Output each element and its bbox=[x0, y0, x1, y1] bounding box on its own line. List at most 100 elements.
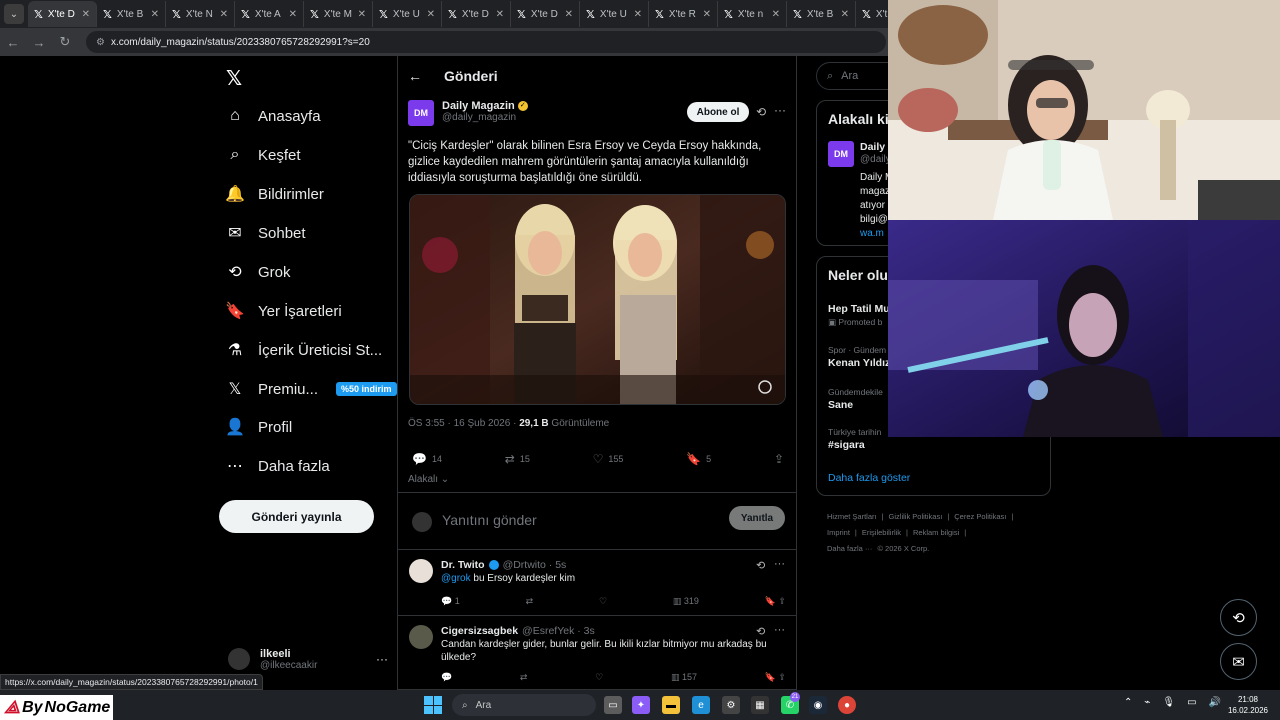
account-switcher[interactable]: ilkeeli @ilkeecaakir ··· bbox=[228, 644, 388, 674]
chevron-up-icon[interactable]: ⌃ bbox=[1124, 697, 1132, 708]
close-icon[interactable]: ✕ bbox=[703, 9, 711, 20]
footer-link[interactable]: Reklam bilgisi bbox=[913, 528, 959, 537]
trend-item[interactable]: Gündemdekile Sane bbox=[828, 387, 883, 411]
browser-tab[interactable]: 𝕏 X'te U ✕ bbox=[373, 1, 442, 27]
bookmark-action[interactable]: 🔖 5 bbox=[686, 452, 711, 466]
related-avatar[interactable]: DM bbox=[828, 141, 854, 167]
chrome-icon[interactable]: ● bbox=[838, 696, 856, 714]
store-icon[interactable]: ▦ bbox=[751, 696, 769, 714]
nav-item-grok[interactable]: ⟲ Grok bbox=[226, 263, 290, 282]
post-author[interactable]: DM Daily Magazin ✓ @daily_magazin bbox=[408, 100, 528, 126]
settings-icon[interactable]: ⚙ bbox=[722, 696, 740, 714]
show-more-link[interactable]: Daha fazla göster bbox=[828, 472, 910, 484]
reply-item[interactable]: Cigersizsagbek @EsrefYek · 3s ⟲ ··· Candan k… bbox=[398, 616, 796, 690]
close-icon[interactable]: ✕ bbox=[634, 9, 642, 20]
footer-link[interactable]: © 2026 X Corp. bbox=[877, 544, 929, 553]
more-icon[interactable]: ··· bbox=[774, 624, 785, 636]
edge-icon[interactable]: e bbox=[692, 696, 710, 714]
trend-item[interactable]: Hep Tatil Mu ▣ Promoted b bbox=[828, 301, 890, 328]
site-info-icon[interactable]: ⚙ bbox=[96, 37, 105, 48]
footer-link[interactable]: Erişilebilirlik bbox=[862, 528, 901, 537]
close-icon[interactable]: ✕ bbox=[358, 9, 366, 20]
post-image[interactable] bbox=[409, 194, 786, 405]
forward-icon[interactable]: → bbox=[26, 35, 52, 50]
browser-tab[interactable]: 𝕏 X'te B ✕ bbox=[787, 1, 856, 27]
browser-tab[interactable]: 𝕏 X'te D ✕ bbox=[28, 1, 97, 27]
browser-tab[interactable]: 𝕏 X'te M ✕ bbox=[304, 1, 373, 27]
repost-action[interactable]: ⇄ 15 bbox=[505, 452, 530, 466]
reply-input[interactable]: Yanıtını gönder bbox=[442, 512, 537, 528]
close-icon[interactable]: ✕ bbox=[841, 9, 849, 20]
address-bar[interactable]: ⚙ x.com/daily_magazin/status/20233807657… bbox=[86, 31, 886, 53]
reply-action[interactable]: 💬 1 bbox=[441, 596, 460, 607]
author-avatar[interactable]: DM bbox=[408, 100, 434, 126]
mention-link[interactable]: @grok bbox=[441, 573, 471, 584]
footer-link[interactable]: Hizmet Şartları bbox=[827, 512, 877, 521]
share-icon[interactable]: ⇪ bbox=[778, 596, 786, 606]
more-icon[interactable]: ··· bbox=[774, 558, 785, 570]
reply-action[interactable]: 💬 14 bbox=[412, 452, 442, 466]
messages-fab-icon[interactable]: ✉ bbox=[1220, 643, 1257, 680]
post-button[interactable]: Gönderi yayınla bbox=[219, 500, 374, 533]
back-icon[interactable]: ← bbox=[0, 35, 26, 50]
nav-item-bell[interactable]: 🔔 Bildirimler bbox=[225, 185, 324, 204]
nav-item-bookmark[interactable]: 🔖 Yer İşaretleri bbox=[225, 302, 342, 321]
close-icon[interactable]: ✕ bbox=[151, 9, 159, 20]
repost-icon[interactable]: ⇄ bbox=[520, 672, 528, 683]
subscribe-button[interactable]: Abone ol bbox=[687, 102, 749, 122]
browser-tab[interactable]: 𝕏 X'te U ✕ bbox=[580, 1, 649, 27]
close-icon[interactable]: ✕ bbox=[82, 9, 90, 20]
display-icon[interactable]: ▭ bbox=[1187, 697, 1196, 708]
reply-button[interactable]: Yanıtla bbox=[729, 506, 785, 530]
grok-icon[interactable]: ⟲ bbox=[756, 625, 765, 638]
nav-item-creator[interactable]: ⚗ İçerik Üreticisi St... bbox=[226, 341, 382, 360]
share-action[interactable]: ⇪ bbox=[774, 452, 784, 466]
browser-tab[interactable]: 𝕏 X'te R ✕ bbox=[649, 1, 718, 27]
repost-icon[interactable]: ⇄ bbox=[526, 596, 534, 607]
browser-tab[interactable]: 𝕏 X'te D ✕ bbox=[442, 1, 511, 27]
task-view-icon[interactable]: ▭ bbox=[604, 696, 622, 714]
taskbar-clock[interactable]: 21:08 16.02.2026 bbox=[1226, 694, 1270, 716]
views-action[interactable]: ▥ 319 bbox=[673, 596, 699, 607]
footer-link[interactable]: Çerez Politikası bbox=[954, 512, 1006, 521]
browser-tab[interactable]: 𝕏 X'te D ✕ bbox=[511, 1, 580, 27]
x-logo-icon[interactable]: 𝕏 bbox=[226, 66, 246, 90]
nav-item-more-circle[interactable]: ⋯ Daha fazla bbox=[226, 457, 330, 476]
windows-start-icon[interactable] bbox=[424, 696, 442, 714]
post-timestamp[interactable]: ÖS 3:55 · 16 Şub 2026 · bbox=[408, 418, 519, 429]
taskbar-search[interactable]: ⌕ Ara bbox=[452, 694, 596, 716]
heart-icon[interactable]: ♡ bbox=[595, 672, 603, 683]
related-dropdown[interactable]: Alakalı ⌄ bbox=[408, 474, 449, 485]
copilot-icon[interactable]: ✦ bbox=[632, 696, 650, 714]
close-icon[interactable]: ✕ bbox=[220, 9, 228, 20]
avatar[interactable] bbox=[409, 559, 433, 583]
heart-icon[interactable]: ♡ bbox=[599, 596, 607, 607]
network-icon[interactable]: ⌁ bbox=[1144, 697, 1150, 708]
reply-item[interactable]: Dr. Twito @Drtwito · 5s ⟲ ··· @grok bu Ersoy… bbox=[398, 550, 796, 616]
trend-item[interactable]: Türkiye tarihin #sigara bbox=[828, 427, 881, 451]
author-name[interactable]: Daily Magazin bbox=[442, 100, 515, 112]
more-icon[interactable]: ··· bbox=[774, 103, 786, 117]
bookmark-icon[interactable]: 🔖 bbox=[765, 596, 776, 606]
nav-item-mail[interactable]: ✉ Sohbet bbox=[226, 224, 305, 243]
bookmark-icon[interactable]: 🔖 bbox=[765, 672, 776, 682]
close-icon[interactable]: ✕ bbox=[427, 9, 435, 20]
reply-author-name[interactable]: Dr. Twito bbox=[441, 559, 485, 571]
file-explorer-icon[interactable]: ▬ bbox=[662, 696, 680, 714]
browser-tab[interactable]: 𝕏 X'te B ✕ bbox=[97, 1, 166, 27]
close-icon[interactable]: ✕ bbox=[289, 9, 297, 20]
avatar[interactable] bbox=[409, 625, 433, 649]
footer-link[interactable]: Daha fazla ··· bbox=[827, 544, 872, 553]
back-arrow-icon[interactable]: ← bbox=[408, 68, 422, 84]
close-icon[interactable]: ✕ bbox=[496, 9, 504, 20]
related-name[interactable]: Daily I bbox=[860, 141, 891, 153]
close-icon[interactable]: ✕ bbox=[772, 9, 780, 20]
grok-icon[interactable]: ⟲ bbox=[756, 105, 766, 119]
tab-search-button[interactable]: ⌄ bbox=[4, 4, 24, 24]
share-icon[interactable]: ⇪ bbox=[778, 672, 786, 682]
like-action[interactable]: ♡ 155 bbox=[593, 452, 624, 466]
reply-action[interactable]: 💬 bbox=[441, 672, 452, 683]
nav-item-x-premium[interactable]: 𝕏 Premiu... %50 indirim bbox=[226, 380, 397, 398]
footer-link[interactable]: Imprint bbox=[827, 528, 850, 537]
microphone-icon[interactable]: 🎙 bbox=[1162, 697, 1175, 708]
